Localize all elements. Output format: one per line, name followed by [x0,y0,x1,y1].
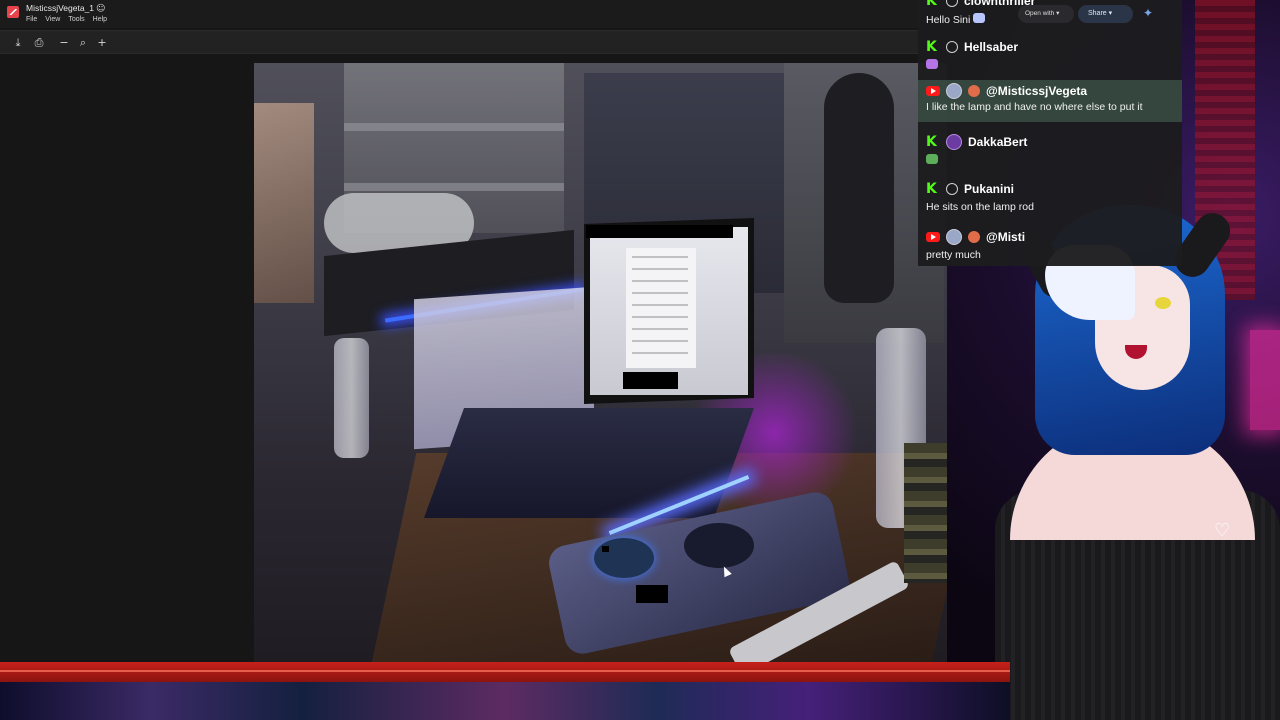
share-button[interactable]: Share ▾ [1078,5,1133,23]
chat-message: K Pukanini He sits on the lamp rod [926,180,1176,213]
youtube-icon [926,86,940,96]
chat-message: @Misti pretty much [926,228,1176,261]
chat-message: K DakkaBert [926,133,1176,167]
kick-icon: K [926,181,937,197]
chat-overlay: K clownthriller Hello Sini K Hellsaber @… [918,0,1182,266]
neon-decoration [1250,330,1280,430]
book-stack [904,443,947,583]
window-title: MisticssjVegeta_1 [26,3,95,13]
print-icon[interactable]: ⎙ [32,36,46,50]
avatar [946,83,962,99]
chat-text: pretty much [926,249,981,261]
download-icon[interactable]: ⤓ [11,36,25,50]
chat-username: Pukanini [964,182,1015,196]
emote-icon [926,154,938,164]
avatar-eye [1155,297,1171,309]
desk-photo [254,63,947,663]
poster-figure [824,73,894,303]
moderator-badge-icon [968,231,980,243]
stream-frame-strip [0,682,1010,720]
kick-icon: K [926,134,937,150]
menu-view[interactable]: View [45,16,60,23]
redaction-box [586,225,733,238]
user-icon [946,41,958,53]
moderator-badge-icon [968,85,980,97]
chat-text: Hello Sini [926,14,971,26]
user-icon [946,183,958,195]
stream-screen: MisticssjVegeta_1 ☺ File View Tools Help… [0,0,1280,720]
zoom-icon[interactable]: ⌕ [76,36,90,50]
emote-icon [926,59,938,69]
chat-username: @Misti [986,230,1026,244]
viewer-titlebar: MisticssjVegeta_1 ☺ File View Tools Help [0,0,920,28]
laptop-keyboard [423,408,755,518]
chat-message: K Hellsaber [926,38,1176,72]
mouse-blue [594,538,654,578]
avatar [946,134,962,150]
user-icon [946,0,958,7]
stream-frame-bar [0,662,1010,682]
viewer-toolbar: ⤓ ⎙ − ⌕ + [0,30,920,54]
avatar [946,229,962,245]
menu-file[interactable]: File [26,16,37,23]
open-with-button[interactable]: Open with ▾ [1018,5,1074,23]
youtube-icon [926,232,940,242]
redaction-box [602,546,609,552]
redaction-box [636,585,668,603]
open-with-label: Open with [1025,10,1055,17]
zoom-in-icon[interactable]: + [95,36,109,50]
kick-icon: K [926,0,937,9]
zoom-out-icon[interactable]: − [57,36,71,50]
heart-icon: ♡ [1214,520,1231,541]
mouse-dark [684,523,754,568]
image-viewer-icon [7,6,19,18]
redaction-box [623,372,678,389]
chat-text: I like the lamp and have no where else t… [926,101,1143,113]
document-on-screen [626,248,696,368]
chat-username: @MisticssjVegeta [986,84,1088,98]
chat-username: DakkaBert [968,135,1028,149]
poster-left [254,103,314,303]
water-bottle-left [334,338,369,458]
sparkle-icon[interactable]: ✦ [1143,6,1153,20]
chat-text: He sits on the lamp rod [926,201,1034,213]
share-label: Share [1088,10,1107,17]
menu-bar: File View Tools Help [26,16,107,23]
menu-help[interactable]: Help [93,16,107,23]
shared-people-icon[interactable]: ☺ [96,4,106,14]
chat-message: @MisticssjVegeta I like the lamp and hav… [918,80,1182,122]
emote-icon [973,13,986,23]
kick-icon: K [926,39,937,55]
chat-username: Hellsaber [964,40,1019,54]
menu-tools[interactable]: Tools [68,16,84,23]
